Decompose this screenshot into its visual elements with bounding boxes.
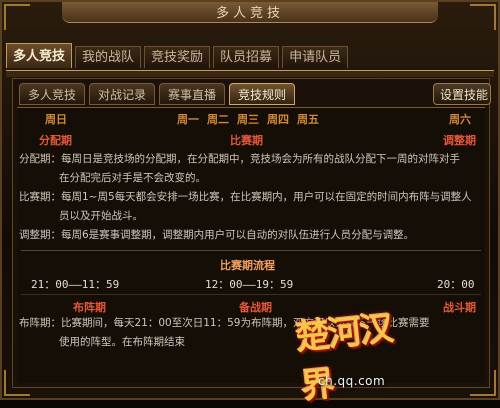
day-fri: 周五 [297, 113, 319, 126]
rule-text: 每周6是赛事调整期，调整期内用户可以自动的对队伍进行人员分配与调整。 [61, 229, 415, 241]
flow-time-2: 12：00——19：59 [205, 278, 294, 291]
tab-bar-divider [6, 70, 494, 77]
day-sun: 周日 [45, 113, 67, 126]
day-mon: 周一 [177, 113, 199, 126]
period-allocation: 分配期 [39, 134, 72, 147]
settings-skill-button[interactable]: 设置技能 [433, 83, 491, 105]
section-divider [21, 250, 481, 251]
frame-corner [470, 4, 496, 30]
rule-label: 布阵期： [19, 317, 61, 329]
section-divider [21, 294, 481, 295]
window-title: 多人竞技 [215, 6, 284, 21]
rule-text: 每周日是竞技场的分配期，在分配期中，竞技场会为所有的战队分配下一周的对阵对手 [61, 153, 460, 165]
tab-apply-members[interactable]: 申请队员 [282, 46, 349, 68]
tab-my-team[interactable]: 我的战队 [75, 46, 142, 68]
subtab-battle-records[interactable]: 对战记录 [89, 83, 156, 105]
logo-title: 楚河汉界 [294, 308, 394, 408]
tab-arena-rewards[interactable]: 竞技奖励 [144, 46, 211, 68]
sub-tab-bar: 多人竞技 对战记录 赛事直播 竞技规则 [19, 83, 296, 105]
tab-multiplayer-arena[interactable]: 多人竞技 [6, 43, 73, 68]
subtab-arena-rules[interactable]: 竞技规则 [229, 83, 296, 105]
phase-battle: 战斗期 [443, 301, 476, 314]
game-window: 多人竞技 多人竞技 我的战队 竞技奖励 队员招募 申请队员 多人竞技 对战记录 … [0, 0, 500, 408]
flow-time-3: 20：00 [437, 278, 475, 291]
flow-title: 比赛期流程 [220, 259, 275, 272]
rule-text: 在分配完后对手是不会改变的。 [59, 172, 206, 184]
day-thu: 周四 [267, 113, 289, 126]
game-logo-watermark: 楚河汉界 ch.qq.com [294, 304, 420, 408]
logo-url: ch.qq.com [318, 374, 386, 388]
rule-label: 比赛期： [19, 191, 61, 203]
rule-label: 分配期： [19, 153, 61, 165]
frame-corner [4, 4, 30, 30]
rule-text: 员以及开始战斗。 [59, 210, 143, 222]
rule-allocation: 分配期：每周日是竞技场的分配期，在分配期中，竞技场会为所有的战队分配下一周的对阵… [19, 150, 472, 245]
rule-text: 每周1~周5每天都会安排一场比赛，在比赛期内，用户可以在固定的时间内布阵与调整人 [61, 191, 472, 203]
period-adjustment: 调整期 [443, 134, 476, 147]
rule-label: 调整期： [19, 229, 61, 241]
phase-deployment: 布阵期 [73, 301, 106, 314]
period-competition: 比赛期 [230, 134, 263, 147]
window-title-bar: 多人竞技 [62, 2, 438, 23]
day-sat: 周六 [449, 113, 471, 126]
subtab-live-matches[interactable]: 赛事直播 [159, 83, 226, 105]
day-tue: 周二 [207, 113, 229, 126]
top-tab-bar: 多人竞技 我的战队 竞技奖励 队员招募 申请队员 [6, 43, 349, 70]
flow-time-1: 21：00——11：59 [31, 278, 120, 291]
day-wed: 周三 [237, 113, 259, 126]
tab-recruit-members[interactable]: 队员招募 [213, 46, 280, 68]
subtab-multiplayer-arena[interactable]: 多人竞技 [19, 83, 86, 105]
phase-preparation: 备战期 [239, 301, 272, 314]
